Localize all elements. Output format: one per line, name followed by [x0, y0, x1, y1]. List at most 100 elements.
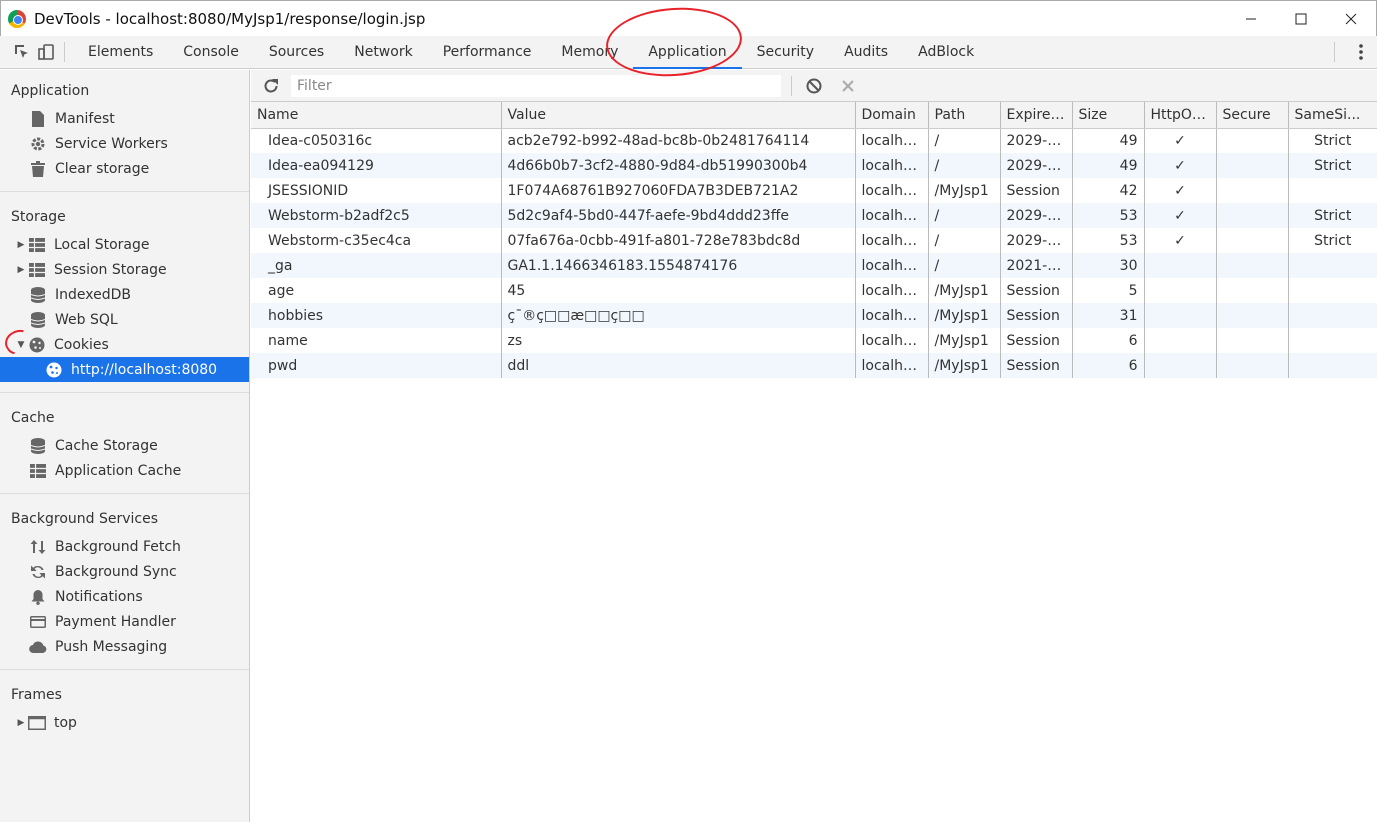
- inspect-element-button[interactable]: [10, 40, 34, 64]
- cell-httponly: [1144, 353, 1217, 378]
- sidebar-item-cache-storage[interactable]: Cache Storage: [0, 433, 249, 458]
- table-row[interactable]: hobbies ç¯®ç□□æ□□ç□□ localhost/MyJsp1 Sessi…: [251, 303, 1377, 328]
- sidebar-item-label: Local Storage: [54, 236, 150, 253]
- column-header-secure[interactable]: Secure: [1216, 102, 1289, 129]
- column-header-domain[interactable]: Domain: [855, 102, 929, 129]
- cell-httponly: [1144, 328, 1217, 353]
- tab-network[interactable]: Network: [339, 36, 427, 69]
- table-row[interactable]: Webstorm-c35ec4ca 07fa676a-0cbb-491f-a801…: [251, 228, 1377, 253]
- tab-audits[interactable]: Audits: [829, 36, 903, 69]
- table-row[interactable]: name zs localhost/MyJsp1 Session 6: [251, 328, 1377, 353]
- table-row[interactable]: _ga GA1.1.1466346183.1554874176 localhost /…: [251, 253, 1377, 278]
- maximize-button[interactable]: [1276, 1, 1326, 37]
- close-window-button[interactable]: [1326, 1, 1376, 37]
- tab-adblock[interactable]: AdBlock: [903, 36, 989, 69]
- sidebar-item-label: Cookies: [54, 336, 109, 353]
- sidebar-item-background-sync[interactable]: Background Sync: [0, 559, 249, 584]
- cell-expires: Session: [1000, 353, 1073, 378]
- cell-secure: [1216, 203, 1289, 228]
- clear-all-cookies-button[interactable]: [802, 74, 826, 98]
- column-header-size[interactable]: Size: [1072, 102, 1145, 129]
- cell-domain: localhost: [855, 303, 929, 328]
- table-row[interactable]: Idea-c050316c acb2e792-b992-48ad-bc8b-0b2…: [251, 128, 1377, 153]
- table-row[interactable]: Webstorm-b2adf2c5 5d2c9af4-5bd0-447f-aefe…: [251, 203, 1377, 228]
- tab-memory[interactable]: Memory: [546, 36, 633, 69]
- sidebar-item-application-cache[interactable]: Application Cache: [0, 458, 249, 483]
- cell-domain: localhost: [855, 128, 929, 153]
- tab-sources[interactable]: Sources: [254, 36, 339, 69]
- tab-console[interactable]: Console: [168, 36, 254, 69]
- column-header-expires[interactable]: Expires...: [1000, 102, 1073, 129]
- sidebar-item-service-workers[interactable]: Service Workers: [0, 131, 249, 156]
- cell-domain: localhost: [855, 203, 929, 228]
- tab-security[interactable]: Security: [742, 36, 830, 69]
- sidebar-item-frame-top[interactable]: ▶ top: [0, 710, 249, 735]
- cookie-icon: [44, 362, 64, 378]
- tab-application[interactable]: Application: [633, 36, 742, 69]
- table-row[interactable]: JSESSIONID 1F074A68761B927060FDA7B3DEB721…: [251, 178, 1377, 203]
- sidebar-item-web-sql[interactable]: Web SQL: [0, 307, 249, 332]
- column-header-value[interactable]: Value: [501, 102, 856, 129]
- refresh-button[interactable]: [259, 74, 283, 98]
- filter-input[interactable]: [291, 74, 781, 97]
- cookies-table-container: Name Value Domain Path Expires... Size H…: [251, 102, 1377, 822]
- delete-selected-button[interactable]: [836, 74, 860, 98]
- sidebar-item-indexeddb[interactable]: IndexedDB: [0, 282, 249, 307]
- cell-domain: localhost: [855, 278, 929, 303]
- sidebar-item-cookies[interactable]: ▼ Cookies: [0, 332, 249, 357]
- table-row[interactable]: Idea-ea094129 4d66b0b7-3cf2-4880-9d84-db5…: [251, 153, 1377, 178]
- cell-path: /: [928, 128, 1001, 153]
- cell-path: /MyJsp1: [928, 178, 1001, 203]
- cell-expires: 2029-0...: [1000, 153, 1073, 178]
- column-header-name[interactable]: Name: [251, 102, 502, 129]
- column-header-samesite[interactable]: SameSi...: [1288, 102, 1377, 129]
- document-icon: [28, 110, 48, 127]
- table-row[interactable]: age 45 localhost/MyJsp1 Session 5: [251, 278, 1377, 303]
- cell-path: /MyJsp1: [928, 353, 1001, 378]
- table-row[interactable]: pwd ddl localhost/MyJsp1 Session 6: [251, 353, 1377, 378]
- cell-domain: localhost: [855, 353, 929, 378]
- cell-value: 1F074A68761B927060FDA7B3DEB721A2: [501, 178, 856, 203]
- sidebar-item-payment-handler[interactable]: Payment Handler: [0, 609, 249, 634]
- sidebar-item-local-storage[interactable]: ▶ Local Storage: [0, 232, 249, 257]
- sidebar-item-label: Clear storage: [55, 160, 150, 177]
- section-divider: [0, 392, 249, 393]
- more-options-button[interactable]: [1359, 43, 1363, 65]
- cell-name: Idea-ea094129: [251, 153, 502, 178]
- cell-path: /: [928, 203, 1001, 228]
- sidebar-item-label: Notifications: [55, 588, 143, 605]
- collapse-arrow-icon[interactable]: ▼: [15, 340, 27, 350]
- cell-name: name: [251, 328, 502, 353]
- sidebar-item-session-storage[interactable]: ▶ Session Storage: [0, 257, 249, 282]
- sidebar-item-manifest[interactable]: Manifest: [0, 106, 249, 131]
- sidebar-item-push-messaging[interactable]: Push Messaging: [0, 634, 249, 659]
- cell-size: 49: [1072, 153, 1145, 178]
- cell-size: 5: [1072, 278, 1145, 303]
- expand-arrow-icon[interactable]: ▶: [15, 265, 27, 275]
- cell-expires: Session: [1000, 328, 1073, 353]
- column-header-path[interactable]: Path: [928, 102, 1001, 129]
- minimize-button[interactable]: [1226, 1, 1276, 37]
- tab-elements[interactable]: Elements: [73, 36, 168, 69]
- grid-table-icon: [27, 262, 47, 277]
- cell-path: /: [928, 228, 1001, 253]
- sidebar-item-notifications[interactable]: Notifications: [0, 584, 249, 609]
- sidebar-item-cookie-origin[interactable]: http://localhost:8080: [0, 357, 249, 382]
- sync-icon: [28, 564, 48, 580]
- toolbar-separator: [1334, 42, 1335, 62]
- device-toolbar-button[interactable]: [34, 40, 58, 64]
- column-header-httponly[interactable]: HttpOnly: [1144, 102, 1217, 129]
- sidebar-item-background-fetch[interactable]: Background Fetch: [0, 534, 249, 559]
- sidebar-item-label: Background Fetch: [55, 538, 181, 555]
- cell-expires: 2021-0...: [1000, 253, 1073, 278]
- sidebar-item-label: IndexedDB: [55, 286, 131, 303]
- bell-icon: [28, 589, 48, 605]
- cell-httponly: [1144, 278, 1217, 303]
- cell-secure: [1216, 128, 1289, 153]
- cell-value: acb2e792-b992-48ad-bc8b-0b2481764114: [501, 128, 856, 153]
- frame-window-icon: [27, 715, 47, 730]
- sidebar-item-clear-storage[interactable]: Clear storage: [0, 156, 249, 181]
- expand-arrow-icon[interactable]: ▶: [15, 240, 27, 250]
- expand-arrow-icon[interactable]: ▶: [15, 718, 27, 728]
- tab-performance[interactable]: Performance: [428, 36, 547, 69]
